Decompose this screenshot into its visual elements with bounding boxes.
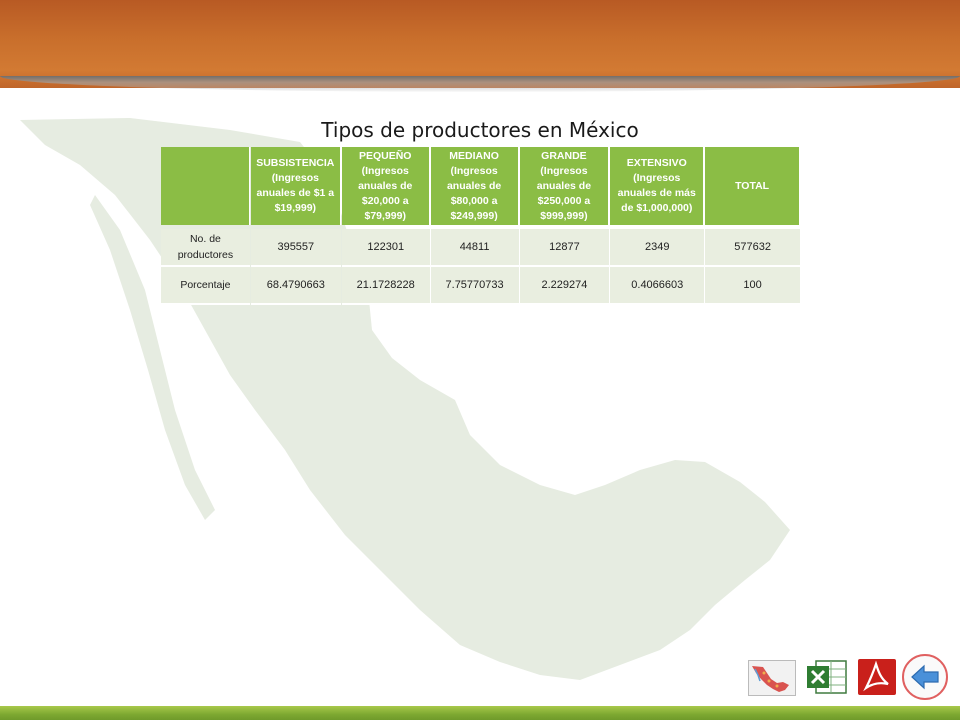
table-cell: 2.229274 bbox=[519, 267, 610, 305]
producers-table: SUBSISTENCIA (Ingresos anuales de $1 a $… bbox=[160, 147, 801, 305]
header-cell-grande: GRANDE (Ingresos anuales de $250,000 a $… bbox=[519, 147, 610, 225]
header-cell-subsistencia: SUBSISTENCIA (Ingresos anuales de $1 a $… bbox=[250, 147, 341, 225]
excel-icon[interactable] bbox=[806, 658, 848, 696]
table-cell: 395557 bbox=[250, 229, 341, 267]
row-label: Porcentaje bbox=[161, 267, 250, 305]
footer-icon-bar bbox=[748, 654, 948, 702]
footer-band bbox=[0, 706, 960, 720]
header-cell-pequeno: PEQUEÑO (Ingresos anuales de $20,000 a $… bbox=[341, 147, 430, 225]
table-cell: 44811 bbox=[430, 229, 519, 267]
table-cell: 0.4066603 bbox=[610, 267, 705, 305]
pdf-icon[interactable] bbox=[856, 658, 898, 696]
table-cell: 21.1728228 bbox=[341, 267, 430, 305]
table-cell: 100 bbox=[705, 267, 800, 305]
table-cell: 12877 bbox=[519, 229, 610, 267]
table-header-row: SUBSISTENCIA (Ingresos anuales de $1 a $… bbox=[161, 147, 800, 225]
header-cell-empty bbox=[161, 147, 250, 225]
table-cell: 577632 bbox=[705, 229, 800, 267]
back-arrow-icon[interactable] bbox=[902, 654, 948, 700]
table-row: No. de productores 395557 122301 44811 1… bbox=[161, 229, 800, 267]
table-cell: 122301 bbox=[341, 229, 430, 267]
table-cell: 2349 bbox=[610, 229, 705, 267]
table-cell: 68.4790663 bbox=[250, 267, 341, 305]
map-thumbnail-icon[interactable] bbox=[748, 660, 796, 696]
row-label: No. de productores bbox=[161, 229, 250, 267]
header-band bbox=[0, 0, 960, 88]
header-cell-extensivo: EXTENSIVO (Ingresos anuales de más de $1… bbox=[610, 147, 705, 225]
header-cell-mediano: MEDIANO (Ingresos anuales de $80,000 a $… bbox=[430, 147, 519, 225]
table-row: Porcentaje 68.4790663 21.1728228 7.75770… bbox=[161, 267, 800, 305]
table-cell: 7.75770733 bbox=[430, 267, 519, 305]
header-cell-total: TOTAL bbox=[705, 147, 800, 225]
slide-title: Tipos de productores en México bbox=[321, 118, 639, 142]
